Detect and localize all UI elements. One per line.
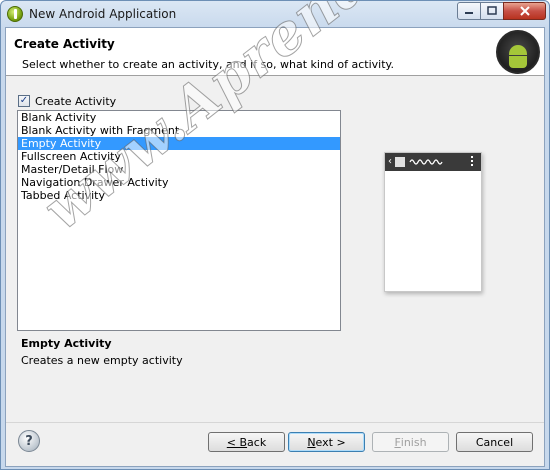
overflow-menu-icon xyxy=(471,156,474,168)
back-chevron-icon: ‹ xyxy=(388,156,392,167)
app-icon-placeholder xyxy=(395,157,405,167)
wizard-header: Create Activity Select whether to create… xyxy=(6,28,544,76)
list-item-blank-activity[interactable]: Blank Activity xyxy=(18,111,340,124)
list-item-navigation-drawer-activity[interactable]: Navigation Drawer Activity xyxy=(18,176,340,189)
help-icon[interactable]: ? xyxy=(18,430,40,452)
cancel-button[interactable]: Cancel xyxy=(456,432,533,452)
title-bar: New Android Application xyxy=(1,1,549,27)
create-activity-checkbox-row[interactable]: ✓ Create Activity xyxy=(18,94,116,108)
next-button-mnemonic: N xyxy=(307,435,316,449)
preview-action-bar: ‹ xyxy=(385,153,481,171)
footer-divider xyxy=(6,422,544,423)
title-squiggle-icon xyxy=(409,159,443,165)
page-title: Create Activity xyxy=(14,37,115,51)
create-activity-label[interactable]: Create Activity xyxy=(35,95,116,108)
back-button-label: ack xyxy=(247,435,267,449)
back-button-mnemonic: < B xyxy=(226,435,248,449)
maximize-button[interactable] xyxy=(480,2,504,20)
checkmark-icon: ✓ xyxy=(19,95,29,106)
maximize-icon xyxy=(487,6,497,15)
minimize-button[interactable] xyxy=(457,2,481,20)
create-activity-checkbox[interactable]: ✓ xyxy=(18,95,30,107)
dialog-client-area: Create Activity Select whether to create… xyxy=(5,27,545,467)
list-item-master-detail-flow[interactable]: Master/Detail Flow xyxy=(18,163,340,176)
template-description-text: Creates a new empty activity xyxy=(21,354,183,367)
template-description-title: Empty Activity xyxy=(21,337,112,350)
activity-preview: ‹ xyxy=(384,152,482,292)
finish-button-label: inish xyxy=(400,435,427,449)
eclipse-app-icon xyxy=(7,6,23,22)
list-item-tabbed-activity[interactable]: Tabbed Activity xyxy=(18,189,340,202)
finish-button[interactable]: Finish xyxy=(372,432,449,452)
dialog-window: New Android Application Create Activity … xyxy=(0,0,550,470)
next-button[interactable]: Next > xyxy=(288,432,365,452)
close-icon xyxy=(519,6,530,16)
next-button-label: ext > xyxy=(315,435,346,449)
back-button[interactable]: < Back xyxy=(208,432,285,452)
activity-template-list[interactable]: Blank Activity Blank Activity with Fragm… xyxy=(17,110,341,331)
help-glyph: ? xyxy=(25,433,33,449)
window-title: New Android Application xyxy=(29,7,177,21)
android-logo-icon xyxy=(496,30,540,74)
list-item-fullscreen-activity[interactable]: Fullscreen Activity xyxy=(18,150,340,163)
page-description: Select whether to create an activity, an… xyxy=(22,58,394,71)
list-item-empty-activity[interactable]: Empty Activity xyxy=(18,137,340,150)
minimize-icon xyxy=(465,12,473,14)
close-button[interactable] xyxy=(503,2,546,20)
list-item-blank-activity-with-fragment[interactable]: Blank Activity with Fragment xyxy=(18,124,340,137)
